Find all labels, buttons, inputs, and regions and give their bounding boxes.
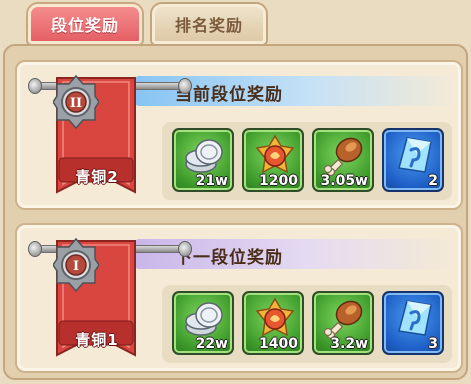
rewards-panel: 当前段位奖励 II 青铜2 21w 1200 3.05w 2 下一段位奖励 I … (3, 44, 468, 380)
silver-coins-icon (185, 302, 223, 336)
reward-qty: 3.2w (330, 336, 368, 352)
reward-item-medal-token[interactable]: 1200 (242, 128, 304, 192)
roast-drumstick-icon (323, 137, 363, 177)
svg-text:II: II (70, 96, 82, 111)
reward-item-silver-coins[interactable]: 22w (172, 291, 234, 355)
tab-ranking-rewards[interactable]: 排名奖励 (152, 4, 266, 44)
medal-token-icon (255, 134, 295, 174)
next-tier-card: 下一段位奖励 I 青铜1 22w 1400 3.2w 3 (15, 223, 463, 373)
reward-qty: 1200 (259, 173, 298, 189)
reward-item-crystal[interactable]: 2 (382, 128, 444, 192)
reward-qty: 21w (195, 173, 228, 189)
svg-text:I: I (73, 259, 79, 274)
current-rewards-row: 21w 1200 3.05w 2 (162, 122, 452, 200)
reward-item-silver-coins[interactable]: 21w (172, 128, 234, 192)
silver-coins-icon (185, 139, 223, 173)
next-rank-label: 青铜1 (75, 331, 119, 349)
tab-rank-rewards[interactable]: 段位奖励 (28, 4, 142, 44)
current-rank-label: 青铜2 (75, 168, 119, 186)
medal-token-icon (255, 297, 295, 337)
tab-bar: 段位奖励 排名奖励 (28, 4, 266, 44)
blue-crystal-icon (398, 300, 432, 336)
reward-item-drumstick[interactable]: 3.2w (312, 291, 374, 355)
reward-qty: 3 (428, 336, 438, 352)
next-rewards-row: 22w 1400 3.2w 3 (162, 285, 452, 363)
reward-qty: 2 (428, 173, 438, 189)
reward-item-medal-token[interactable]: 1400 (242, 291, 304, 355)
next-rank-banner: I 青铜1 (53, 237, 139, 369)
silver-rank-emblem-icon: II (53, 74, 99, 130)
roast-drumstick-icon (323, 300, 363, 340)
silver-rank-emblem-icon: I (53, 237, 99, 293)
reward-item-drumstick[interactable]: 3.05w (312, 128, 374, 192)
reward-qty: 1400 (259, 336, 298, 352)
reward-qty: 3.05w (320, 173, 368, 189)
blue-crystal-icon (398, 137, 432, 173)
reward-item-crystal[interactable]: 3 (382, 291, 444, 355)
current-rank-banner: II 青铜2 (53, 74, 139, 206)
reward-qty: 22w (195, 336, 228, 352)
current-tier-card: 当前段位奖励 II 青铜2 21w 1200 3.05w 2 (15, 60, 463, 210)
